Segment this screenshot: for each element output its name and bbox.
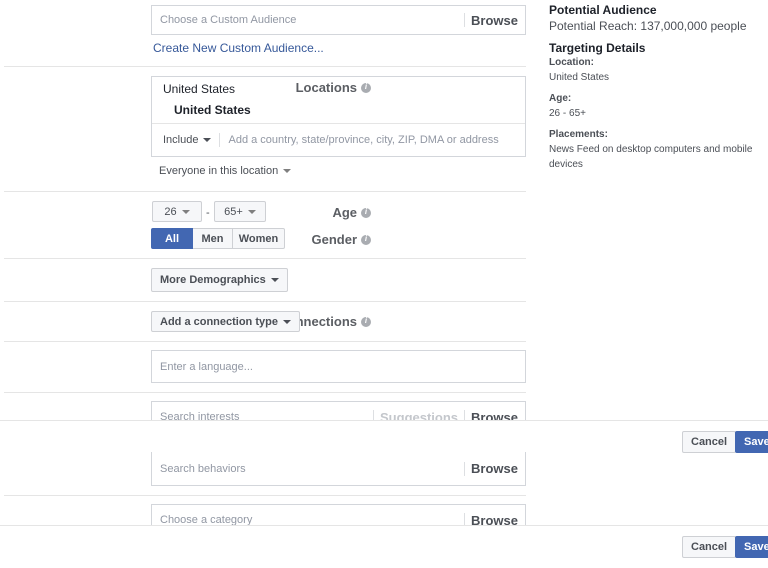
create-custom-audience-link[interactable]: Create New Custom Audience... <box>153 41 324 55</box>
browse-behaviors-button[interactable]: Browse <box>471 461 525 476</box>
chevron-down-icon <box>282 319 291 324</box>
cancel-button[interactable]: Cancel <box>682 431 737 453</box>
age-max-dropdown[interactable]: 65+ <box>214 201 266 222</box>
divider <box>4 258 526 259</box>
save-button[interactable]: Save <box>735 536 768 558</box>
age-min-dropdown[interactable]: 26 <box>152 201 202 222</box>
info-icon[interactable] <box>361 234 371 245</box>
behaviors-input[interactable]: Search behaviors Browse <box>151 452 526 486</box>
chevron-down-icon <box>247 209 256 214</box>
chevron-down-icon <box>270 278 279 282</box>
separator <box>219 133 221 147</box>
chevron-down-icon <box>283 169 292 173</box>
locations-box: United States United States Include Add … <box>151 76 526 157</box>
divider <box>4 191 526 192</box>
divider <box>4 495 526 496</box>
gender-label: Gender <box>311 232 371 247</box>
add-connection-type-dropdown[interactable]: Add a connection type <box>151 311 300 332</box>
gender-selector: All Men Women <box>151 228 285 249</box>
targeting-details-title: Targeting Details <box>549 41 646 55</box>
location-search-input[interactable]: Add a country, state/province, city, ZIP… <box>228 134 498 146</box>
gender-men-button[interactable]: Men <box>193 228 233 249</box>
more-demographics-dropdown[interactable]: More Demographics <box>151 268 288 292</box>
selected-locations: United States United States <box>152 77 525 124</box>
gender-all-button[interactable]: All <box>151 228 193 249</box>
info-icon[interactable] <box>361 316 371 327</box>
chevron-down-icon <box>203 138 212 142</box>
language-input[interactable]: Enter a language... <box>151 350 526 383</box>
chevron-down-icon <box>181 209 190 214</box>
include-dropdown[interactable]: Include <box>152 134 212 146</box>
custom-audience-input[interactable]: Choose a Custom Audience Browse <box>151 5 526 35</box>
audience-summary: Potential Audience Potential Reach: 137,… <box>549 3 768 172</box>
age-label: Age <box>332 205 371 220</box>
selected-location-item[interactable]: United States <box>174 103 525 117</box>
potential-reach: Potential Reach: 137,000,000 people <box>549 19 747 33</box>
potential-audience-title: Potential Audience <box>549 3 657 17</box>
divider <box>4 392 526 393</box>
divider <box>4 66 526 67</box>
divider <box>4 341 526 342</box>
footer-bar: Cancel Save <box>0 525 768 568</box>
divider <box>4 301 526 302</box>
location-scope-dropdown[interactable]: Everyone in this location <box>159 165 292 177</box>
separator <box>464 461 466 476</box>
save-button[interactable]: Save <box>735 431 768 453</box>
gender-women-button[interactable]: Women <box>233 228 285 249</box>
separator <box>464 13 466 27</box>
browse-custom-audiences-button[interactable]: Browse <box>471 13 525 28</box>
info-icon[interactable] <box>361 207 371 218</box>
cancel-button[interactable]: Cancel <box>682 536 737 558</box>
